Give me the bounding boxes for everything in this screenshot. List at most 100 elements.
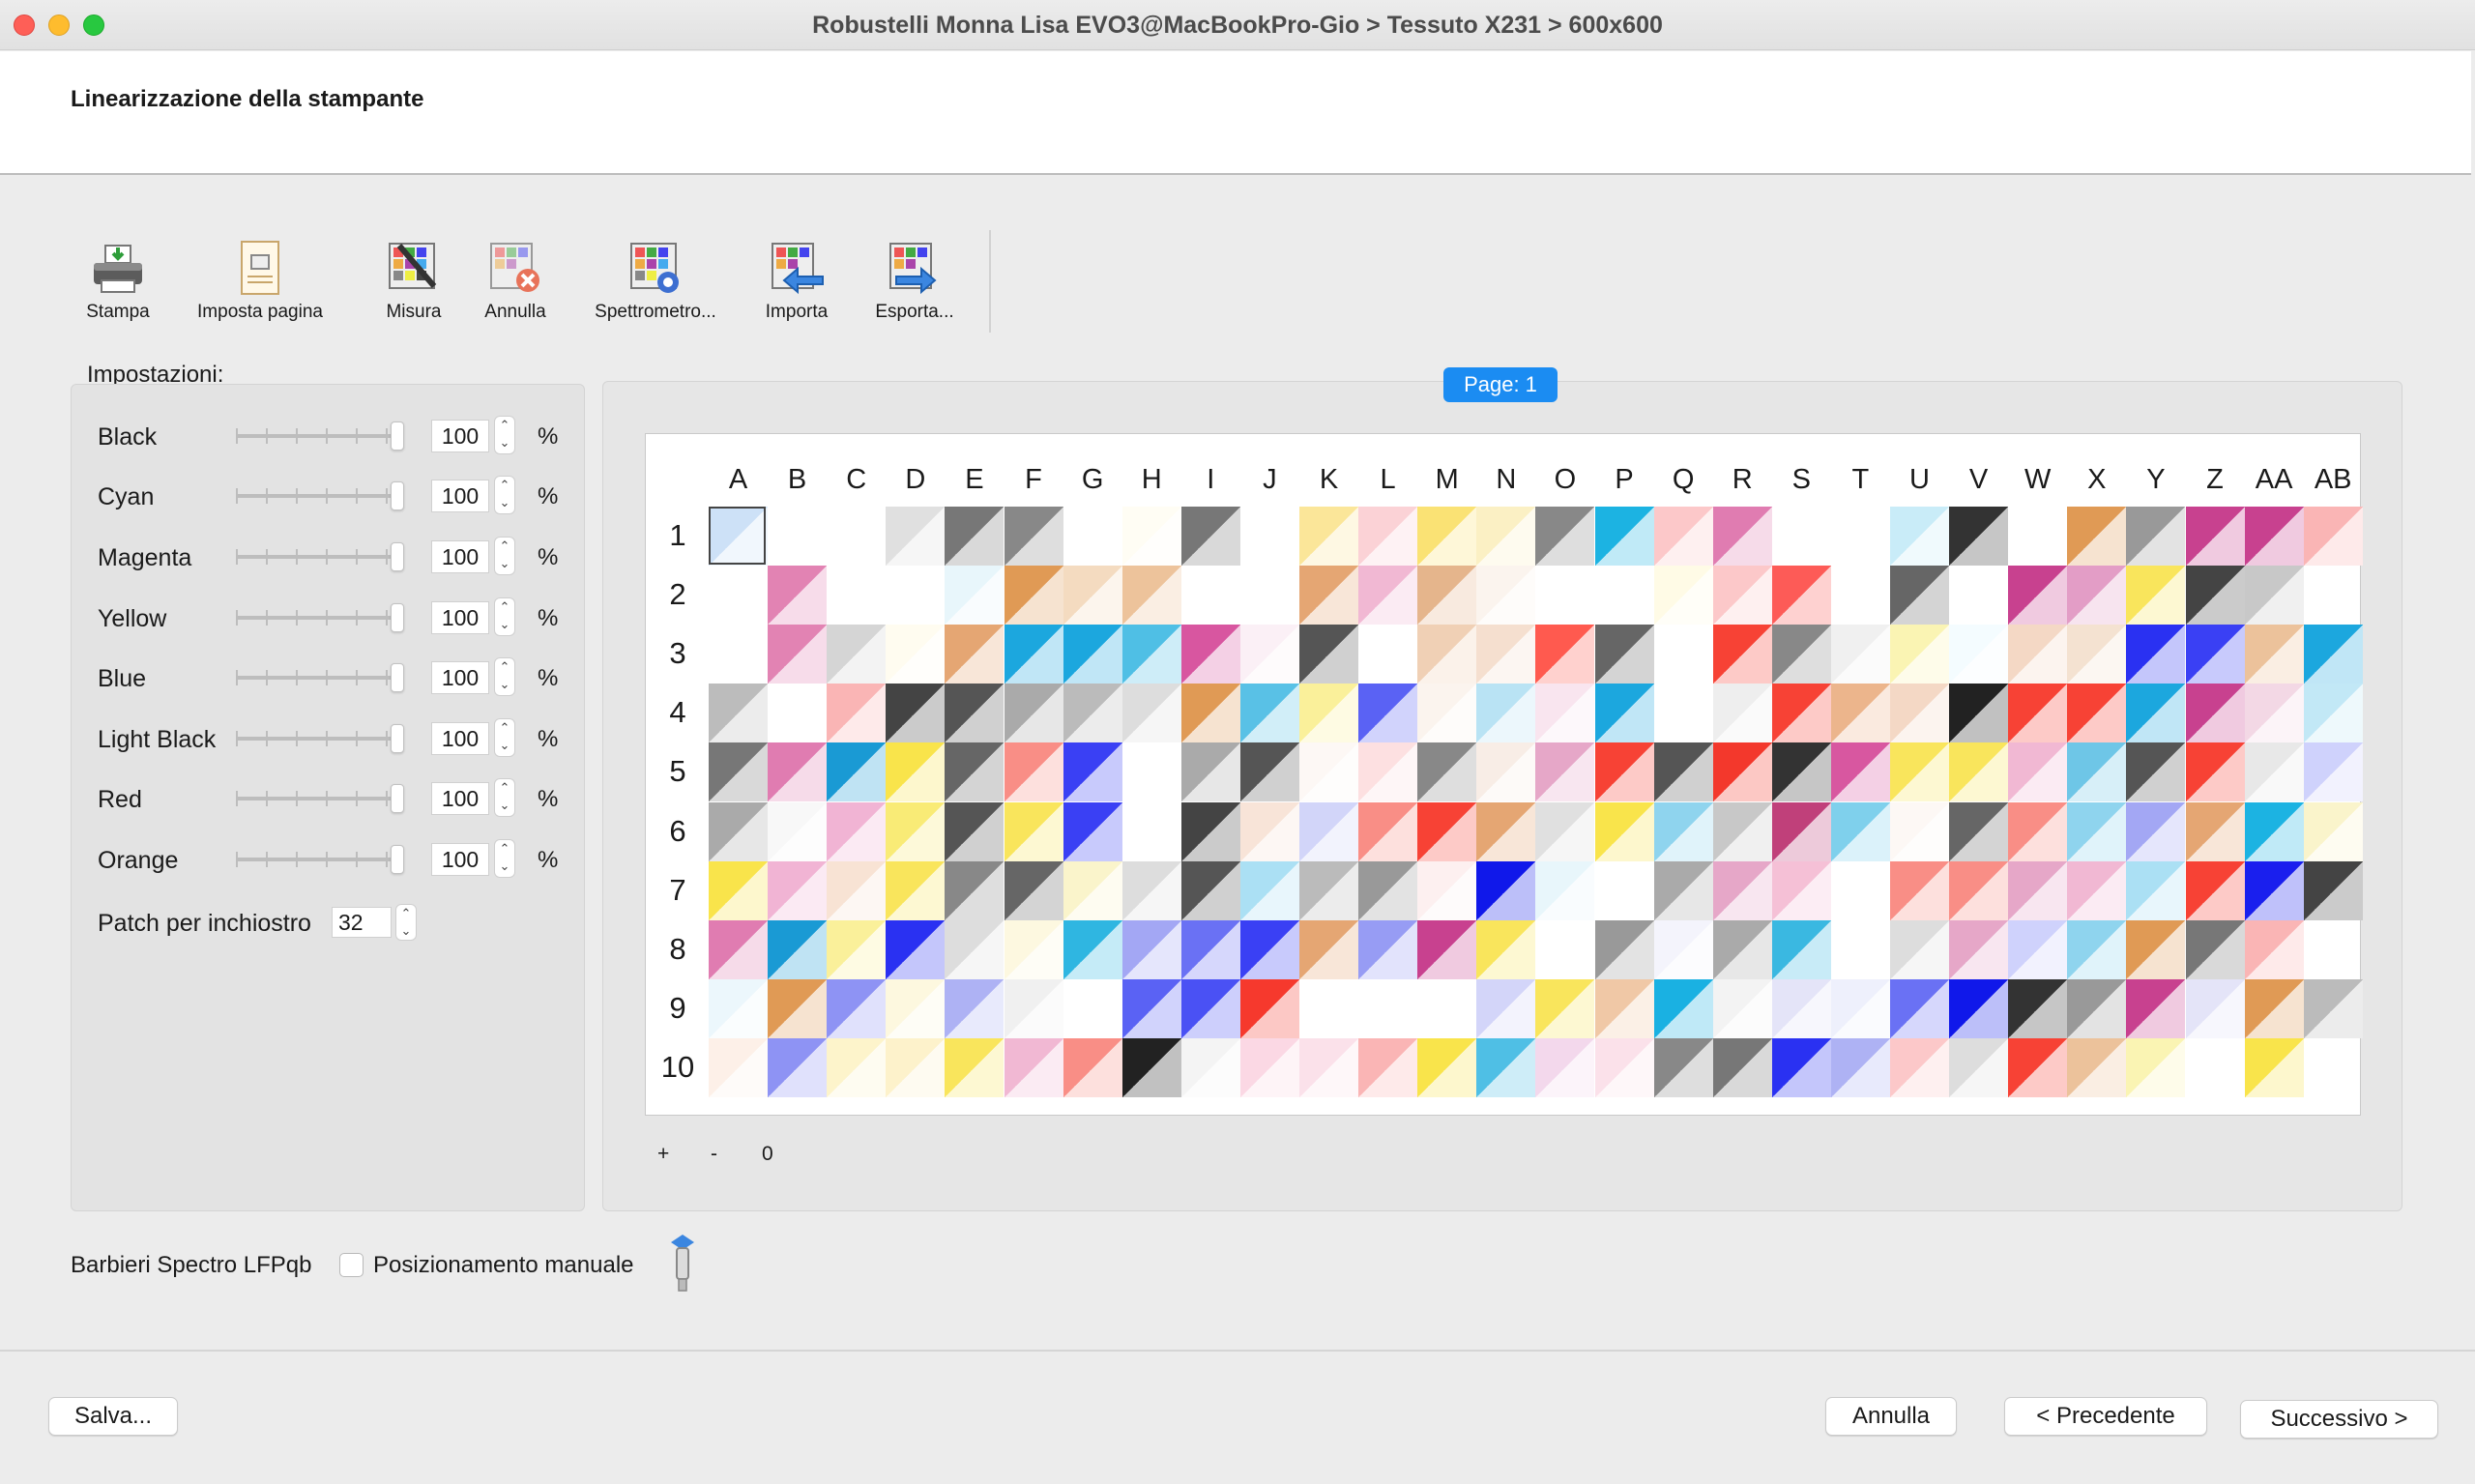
patch-cell[interactable] bbox=[1299, 1037, 1359, 1097]
patch-cell[interactable] bbox=[1949, 801, 2009, 861]
slider-knob[interactable] bbox=[391, 422, 404, 451]
patch-cell[interactable] bbox=[1830, 684, 1890, 743]
patch-cell[interactable] bbox=[2067, 801, 2127, 861]
patch-cell[interactable] bbox=[2303, 684, 2363, 743]
patch-cell[interactable] bbox=[2067, 684, 2127, 743]
patch-cell[interactable] bbox=[1121, 1037, 1181, 1097]
patch-cell[interactable] bbox=[1771, 801, 1831, 861]
spectrometer-button[interactable]: Spettrometro... bbox=[588, 232, 723, 329]
ink-slider[interactable] bbox=[236, 481, 404, 510]
patch-cell[interactable] bbox=[1121, 978, 1181, 1038]
patch-cell[interactable] bbox=[827, 742, 887, 802]
patch-cell[interactable] bbox=[2185, 860, 2245, 920]
patch-cell[interactable] bbox=[1890, 978, 1950, 1038]
patch-cell[interactable] bbox=[827, 625, 887, 684]
patch-cell[interactable] bbox=[945, 625, 1005, 684]
patch-cell[interactable] bbox=[2126, 860, 2186, 920]
patch-cell[interactable] bbox=[1121, 919, 1181, 979]
patch-cell[interactable] bbox=[1299, 860, 1359, 920]
zoom-in-button[interactable]: + bbox=[657, 1143, 669, 1166]
patch-cell[interactable] bbox=[1180, 625, 1240, 684]
patch-cell[interactable] bbox=[827, 978, 887, 1038]
patch-cell[interactable] bbox=[1476, 801, 1536, 861]
patch-cell[interactable] bbox=[1063, 1037, 1122, 1097]
patch-cell[interactable] bbox=[1771, 919, 1831, 979]
patch-cell[interactable] bbox=[1535, 507, 1595, 567]
patch-cell[interactable] bbox=[1712, 742, 1772, 802]
manual-positioning-checkbox[interactable] bbox=[339, 1253, 364, 1277]
previous-button[interactable]: < Precedente bbox=[2004, 1397, 2207, 1436]
patch-cell[interactable] bbox=[2244, 1037, 2304, 1097]
ink-value-input[interactable]: 100 bbox=[431, 420, 489, 452]
patch-cell[interactable] bbox=[2244, 625, 2304, 684]
patch-cell[interactable] bbox=[2303, 978, 2363, 1038]
patch-cell[interactable] bbox=[886, 1037, 946, 1097]
patch-cell[interactable] bbox=[2126, 742, 2186, 802]
patch-cell[interactable] bbox=[1180, 1037, 1240, 1097]
patch-cell[interactable] bbox=[2244, 978, 2304, 1038]
patch-cell[interactable] bbox=[1004, 860, 1063, 920]
patch-cell[interactable] bbox=[945, 919, 1005, 979]
patch-cell[interactable] bbox=[1594, 507, 1654, 567]
patch-cell[interactable] bbox=[1121, 507, 1181, 567]
patch-cell[interactable] bbox=[1358, 684, 1418, 743]
patch-cell[interactable] bbox=[1594, 684, 1654, 743]
patch-cell[interactable] bbox=[1004, 625, 1063, 684]
patch-cell[interactable] bbox=[1417, 566, 1477, 626]
patch-cell[interactable] bbox=[1417, 801, 1477, 861]
slider-knob[interactable] bbox=[391, 724, 404, 753]
patch-cell[interactable] bbox=[1063, 919, 1122, 979]
patch-cell[interactable] bbox=[1239, 684, 1299, 743]
patch-cell[interactable] bbox=[1712, 684, 1772, 743]
patch-cell[interactable] bbox=[1476, 919, 1536, 979]
patch-cell[interactable] bbox=[709, 684, 769, 743]
patch-cell[interactable] bbox=[1949, 507, 2009, 567]
patch-cell[interactable] bbox=[827, 1037, 887, 1097]
patch-cell[interactable] bbox=[1299, 566, 1359, 626]
patch-cell[interactable] bbox=[1417, 625, 1477, 684]
ink-value-stepper[interactable]: ⌃ ⌄ bbox=[494, 718, 515, 757]
patch-cell[interactable] bbox=[2008, 1037, 2068, 1097]
patch-cell[interactable] bbox=[2126, 919, 2186, 979]
patch-cell[interactable] bbox=[1653, 1037, 1713, 1097]
patch-cell[interactable] bbox=[1299, 625, 1359, 684]
patch-cell[interactable] bbox=[1063, 684, 1122, 743]
patch-cell[interactable] bbox=[1535, 625, 1595, 684]
patch-cell[interactable] bbox=[1063, 801, 1122, 861]
patch-cell[interactable] bbox=[2126, 684, 2186, 743]
patch-cell[interactable] bbox=[886, 978, 946, 1038]
patch-cell[interactable] bbox=[827, 684, 887, 743]
patch-cell[interactable] bbox=[2244, 919, 2304, 979]
patch-cell[interactable] bbox=[1180, 801, 1240, 861]
patch-cell[interactable] bbox=[1949, 1037, 2009, 1097]
slider-knob[interactable] bbox=[391, 481, 404, 510]
patch-cell[interactable] bbox=[1476, 742, 1536, 802]
patch-cell[interactable] bbox=[1890, 684, 1950, 743]
patch-cell[interactable] bbox=[709, 860, 769, 920]
patch-cell[interactable] bbox=[2244, 801, 2304, 861]
patch-cell[interactable] bbox=[2067, 1037, 2127, 1097]
ink-value-stepper[interactable]: ⌃ ⌄ bbox=[494, 839, 515, 878]
patch-cell[interactable] bbox=[1299, 507, 1359, 567]
patch-cell[interactable] bbox=[709, 742, 769, 802]
patch-cell[interactable] bbox=[945, 978, 1005, 1038]
patch-cell[interactable] bbox=[1712, 801, 1772, 861]
patch-cell[interactable] bbox=[1358, 919, 1418, 979]
patch-cell[interactable] bbox=[1417, 742, 1477, 802]
patch-cell[interactable] bbox=[2244, 860, 2304, 920]
patch-cell[interactable] bbox=[709, 801, 769, 861]
patch-cell[interactable] bbox=[1239, 801, 1299, 861]
patch-cell[interactable] bbox=[1771, 684, 1831, 743]
patch-cell[interactable] bbox=[1476, 566, 1536, 626]
patch-cell[interactable] bbox=[1358, 860, 1418, 920]
save-button[interactable]: Salva... bbox=[48, 1397, 178, 1436]
patch-cell[interactable] bbox=[2008, 860, 2068, 920]
patch-cell[interactable] bbox=[2126, 566, 2186, 626]
cancel-button[interactable]: Annulla bbox=[1825, 1397, 1957, 1436]
patch-cell[interactable] bbox=[2126, 625, 2186, 684]
patch-cell[interactable] bbox=[1476, 684, 1536, 743]
patch-cell[interactable] bbox=[2185, 919, 2245, 979]
patch-cell[interactable] bbox=[1417, 507, 1477, 567]
patch-cell[interactable] bbox=[768, 1037, 828, 1097]
patch-cell[interactable] bbox=[1180, 507, 1240, 567]
